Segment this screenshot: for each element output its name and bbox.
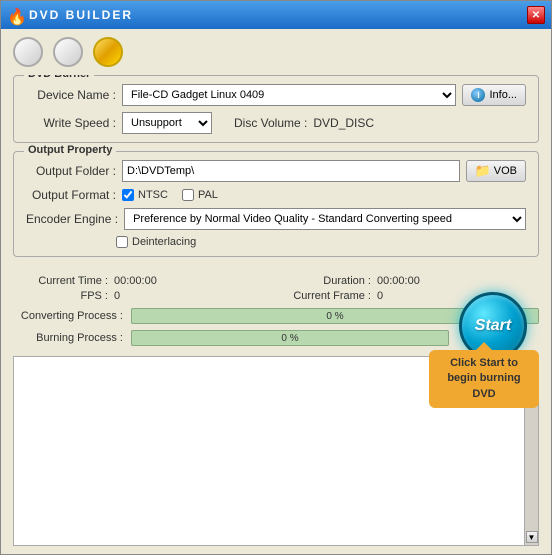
output-property-title: Output Property [24, 144, 116, 156]
ntsc-checkbox[interactable] [122, 189, 134, 201]
format-checkboxes: NTSC PAL [122, 189, 218, 201]
fps-row: FPS : 0 [13, 290, 276, 302]
duration-label: Duration : [276, 275, 371, 287]
dvd-burner-title: DVD Burner [24, 75, 94, 80]
duration-value: 00:00:00 [377, 275, 420, 287]
ntsc-label[interactable]: NTSC [122, 189, 168, 201]
current-frame-label: Current Frame : [276, 290, 371, 302]
dvd-burner-group: DVD Burner Device Name : File-CD Gadget … [13, 75, 539, 143]
device-name-row: Device Name : File-CD Gadget Linux 0409 … [26, 84, 526, 106]
disc-volume-value: DVD_DISC [313, 116, 374, 130]
current-time-row: Current Time : 00:00:00 [13, 275, 276, 287]
title-bar: 🔥 DVD BUILDER ✕ [1, 1, 551, 29]
folder-icon: 📁 [475, 163, 491, 179]
main-window: 🔥 DVD BUILDER ✕ DVD Burner Device Name :… [0, 0, 552, 555]
converting-label: Converting Process : [13, 310, 123, 322]
current-time-label: Current Time : [13, 275, 108, 287]
output-format-row: Output Format : NTSC PAL [26, 188, 526, 202]
deinterlacing-row: Deinterlacing [116, 236, 526, 248]
pal-label[interactable]: PAL [182, 189, 218, 201]
fps-value: 0 [114, 290, 120, 302]
burning-label: Burning Process : [13, 332, 123, 344]
close-button[interactable]: ✕ [527, 6, 545, 24]
burning-progress-row: Burning Process : 0 % Start [13, 330, 539, 346]
vob-button[interactable]: 📁 VOB [466, 160, 526, 182]
flame-icon: 🔥 [7, 7, 23, 23]
window-title: DVD BUILDER [29, 8, 133, 22]
write-speed-select[interactable]: Unsupport [122, 112, 212, 134]
device-name-label: Device Name : [26, 88, 116, 102]
burning-progress-text: 0 % [132, 331, 448, 345]
scroll-down-arrow[interactable]: ▼ [526, 531, 538, 543]
disc-volume-label: Disc Volume : [234, 116, 307, 130]
toolbar-btn-2[interactable] [53, 37, 83, 67]
write-speed-row: Write Speed : Unsupport Disc Volume : DV… [26, 112, 526, 134]
toolbar-btn-3[interactable] [93, 37, 123, 67]
burning-progress-bar: 0 % [131, 330, 449, 346]
write-speed-label: Write Speed : [26, 116, 116, 130]
output-format-label: Output Format : [26, 188, 116, 202]
duration-row: Duration : 00:00:00 [276, 275, 539, 287]
device-name-select[interactable]: File-CD Gadget Linux 0409 [122, 84, 456, 106]
toolbar [1, 29, 551, 75]
content-area: DVD Burner Device Name : File-CD Gadget … [1, 75, 551, 271]
pal-checkbox[interactable] [182, 189, 194, 201]
output-property-group: Output Property Output Folder : 📁 VOB Ou… [13, 151, 539, 257]
start-tooltip: Click Start to begin burning DVD [429, 350, 539, 408]
info-icon: i [471, 88, 485, 102]
output-folder-input[interactable] [122, 160, 460, 182]
toolbar-btn-1[interactable] [13, 37, 43, 67]
encoder-engine-row: Encoder Engine : Preference by Normal Vi… [26, 208, 526, 230]
output-folder-row: Output Folder : 📁 VOB [26, 160, 526, 182]
title-bar-left: 🔥 DVD BUILDER [7, 7, 133, 23]
current-frame-value: 0 [377, 290, 383, 302]
stats-grid: Current Time : 00:00:00 Duration : 00:00… [13, 275, 539, 302]
encoder-select[interactable]: Preference by Normal Video Quality - Sta… [124, 208, 526, 230]
info-button[interactable]: i Info... [462, 84, 526, 106]
deinterlacing-checkbox[interactable] [116, 236, 128, 248]
current-time-value: 00:00:00 [114, 275, 157, 287]
progress-section: Converting Process : 0 % Burning Process… [1, 308, 551, 352]
output-folder-label: Output Folder : [26, 164, 116, 178]
encoder-engine-label: Encoder Engine : [26, 212, 118, 226]
fps-label: FPS : [13, 290, 108, 302]
